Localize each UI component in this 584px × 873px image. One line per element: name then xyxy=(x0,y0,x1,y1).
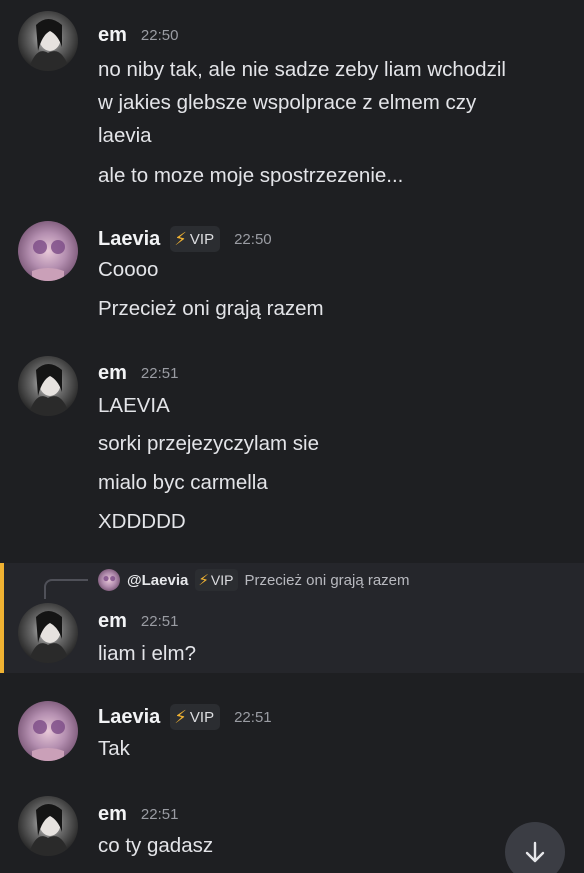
em-avatar[interactable] xyxy=(18,11,78,71)
message-timestamp: 22:51 xyxy=(140,365,179,382)
message-timestamp: 22:50 xyxy=(234,230,272,248)
message-text: w jakies glebsze wspolprace z elmem czy xyxy=(98,91,477,114)
message-text: Przecież oni grają razem xyxy=(98,297,324,320)
message-timestamp: 22:51 xyxy=(234,708,272,726)
reply-author[interactable]: @Laevia xyxy=(127,572,188,589)
message-text: laevia xyxy=(98,124,152,147)
arrow-down-icon xyxy=(525,841,545,863)
message-text: Coooo xyxy=(98,258,159,281)
laevia-avatar[interactable] xyxy=(18,701,78,761)
reply-connector xyxy=(44,579,88,599)
message-text: liam i elm? xyxy=(98,642,196,665)
message-text: mialo byc carmella xyxy=(98,471,268,494)
chat-view: em 22:50 no niby tak, ale nie sadze zeby… xyxy=(0,0,584,873)
reply-text: Przecież oni grają razem xyxy=(244,571,410,589)
em-avatar[interactable] xyxy=(18,796,78,856)
message-author[interactable]: Laevia xyxy=(98,228,160,251)
badge-label: VIP xyxy=(189,230,215,248)
badge-label: VIP xyxy=(189,708,215,726)
message-author[interactable]: Laevia xyxy=(98,706,160,729)
vip-badge: ⚡ VIP xyxy=(170,226,221,252)
vip-badge: ⚡ VIP xyxy=(170,704,221,730)
message-text: ale to moze moje spostrzezenie... xyxy=(98,164,404,187)
message-timestamp: 22:51 xyxy=(140,613,179,630)
scroll-to-bottom-button[interactable] xyxy=(505,822,565,873)
message-author[interactable]: em xyxy=(98,803,127,826)
message-author[interactable]: em xyxy=(98,362,127,385)
message-text: co ty gadasz xyxy=(98,834,214,857)
message-author[interactable]: em xyxy=(98,610,127,633)
lightning-icon: ⚡ xyxy=(174,706,187,727)
message-author[interactable]: em xyxy=(98,24,127,47)
message-text: XDDDDD xyxy=(98,510,186,533)
message-text: sorki przejezyczylam sie xyxy=(98,432,319,455)
laevia-avatar xyxy=(98,569,120,591)
message-timestamp: 22:51 xyxy=(140,806,179,823)
laevia-avatar[interactable] xyxy=(18,221,78,281)
em-avatar[interactable] xyxy=(18,356,78,416)
vip-badge: ⚡ VIP xyxy=(195,569,239,591)
message-timestamp: 22:50 xyxy=(140,27,179,44)
lightning-icon: ⚡ xyxy=(174,228,187,249)
badge-label: VIP xyxy=(210,572,234,588)
message-text: Tak xyxy=(98,737,130,760)
message-text: LAEVIA xyxy=(98,394,170,417)
em-avatar[interactable] xyxy=(18,603,78,663)
message-text: no niby tak, ale nie sadze zeby liam wch… xyxy=(98,58,506,81)
reply-preview[interactable]: @Laevia ⚡ VIP Przecież oni grają razem xyxy=(98,568,410,592)
lightning-icon: ⚡ xyxy=(198,572,209,589)
